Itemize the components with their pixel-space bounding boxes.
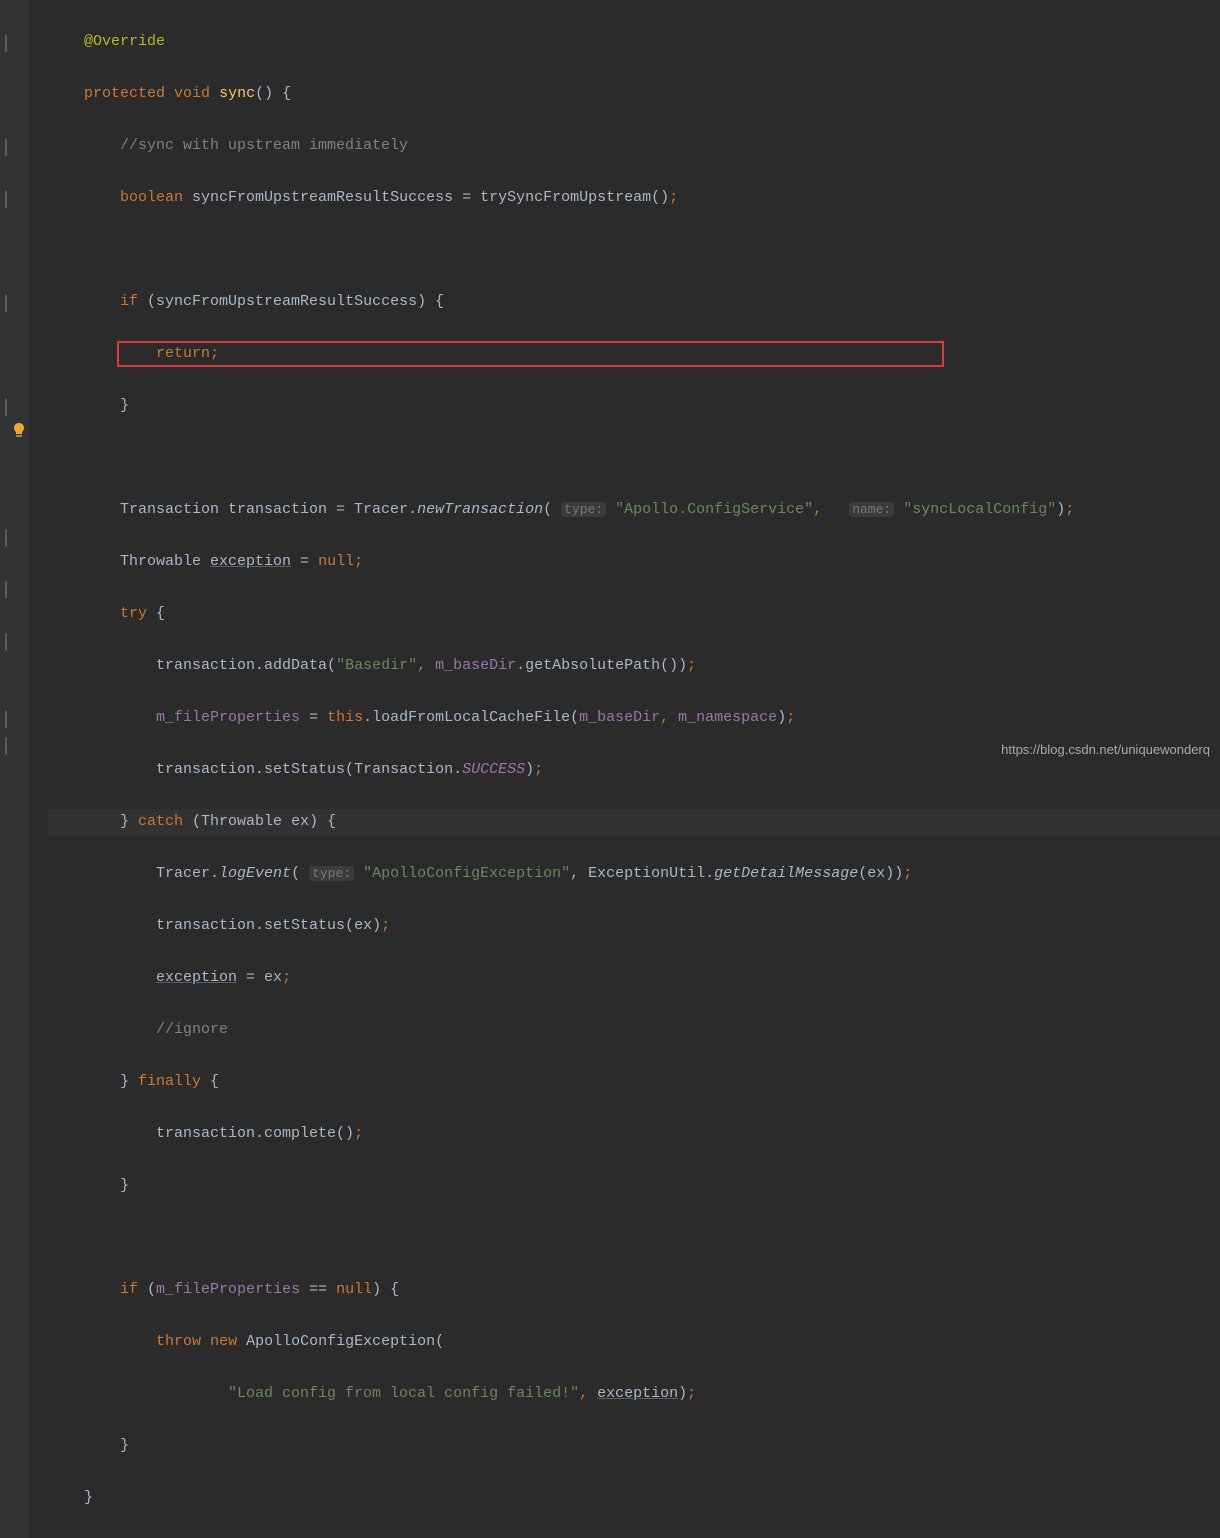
annotation: @Override	[84, 33, 165, 50]
static-method: getDetailMessage	[714, 865, 858, 882]
string-literal: "Basedir"	[336, 657, 417, 674]
static-method: logEvent	[219, 865, 291, 882]
variable: exception	[210, 553, 291, 570]
field: m_baseDir	[579, 709, 660, 726]
editor-gutter	[0, 0, 30, 1538]
variable: exception	[597, 1385, 678, 1402]
code-content: @Override protected void sync() { //sync…	[0, 3, 1220, 1538]
string-literal: "Apollo.ConfigService"	[606, 501, 813, 518]
variable: exception	[156, 969, 237, 986]
keyword-null: null	[318, 553, 354, 570]
keyword-protected: protected	[84, 85, 165, 102]
field: m_namespace	[678, 709, 777, 726]
keyword-boolean: boolean	[120, 189, 183, 206]
keyword-throw: throw	[156, 1333, 201, 1350]
static-field: SUCCESS	[462, 761, 525, 778]
field: m_baseDir	[435, 657, 516, 674]
keyword-catch: catch	[138, 813, 183, 830]
keyword-void: void	[174, 85, 210, 102]
string-literal: "syncLocalConfig"	[894, 501, 1056, 518]
param-hint: type:	[309, 866, 354, 881]
field: m_fileProperties	[156, 1281, 300, 1298]
keyword-finally: finally	[138, 1073, 201, 1090]
param-hint: type:	[561, 502, 606, 517]
keyword-null: null	[336, 1281, 372, 1298]
static-method: newTransaction	[417, 501, 543, 518]
keyword-try: try	[120, 605, 147, 622]
keyword-return: return	[156, 345, 210, 362]
code-editor[interactable]: @Override protected void sync() { //sync…	[0, 0, 1220, 1538]
param-hint: name:	[849, 502, 894, 517]
code-text: , ExceptionUtil.	[570, 865, 714, 882]
string-literal: "Load config from local config failed!"	[228, 1385, 579, 1402]
lightbulb-icon[interactable]	[12, 422, 26, 437]
keyword-if: if	[120, 1281, 138, 1298]
comment: //ignore	[156, 1021, 228, 1038]
code-text: syncFromUpstreamResultSuccess = trySyncF…	[183, 189, 669, 206]
keyword-new: new	[210, 1333, 237, 1350]
string-literal: "ApolloConfigException"	[354, 865, 570, 882]
method-name: sync	[219, 85, 255, 102]
watermark-text: https://blog.csdn.net/uniquewonderq	[1001, 737, 1210, 763]
comment: //sync with upstream immediately	[120, 137, 408, 154]
keyword-this: this	[327, 709, 363, 726]
indent	[48, 33, 84, 50]
field: m_fileProperties	[156, 709, 300, 726]
keyword-if: if	[120, 293, 138, 310]
